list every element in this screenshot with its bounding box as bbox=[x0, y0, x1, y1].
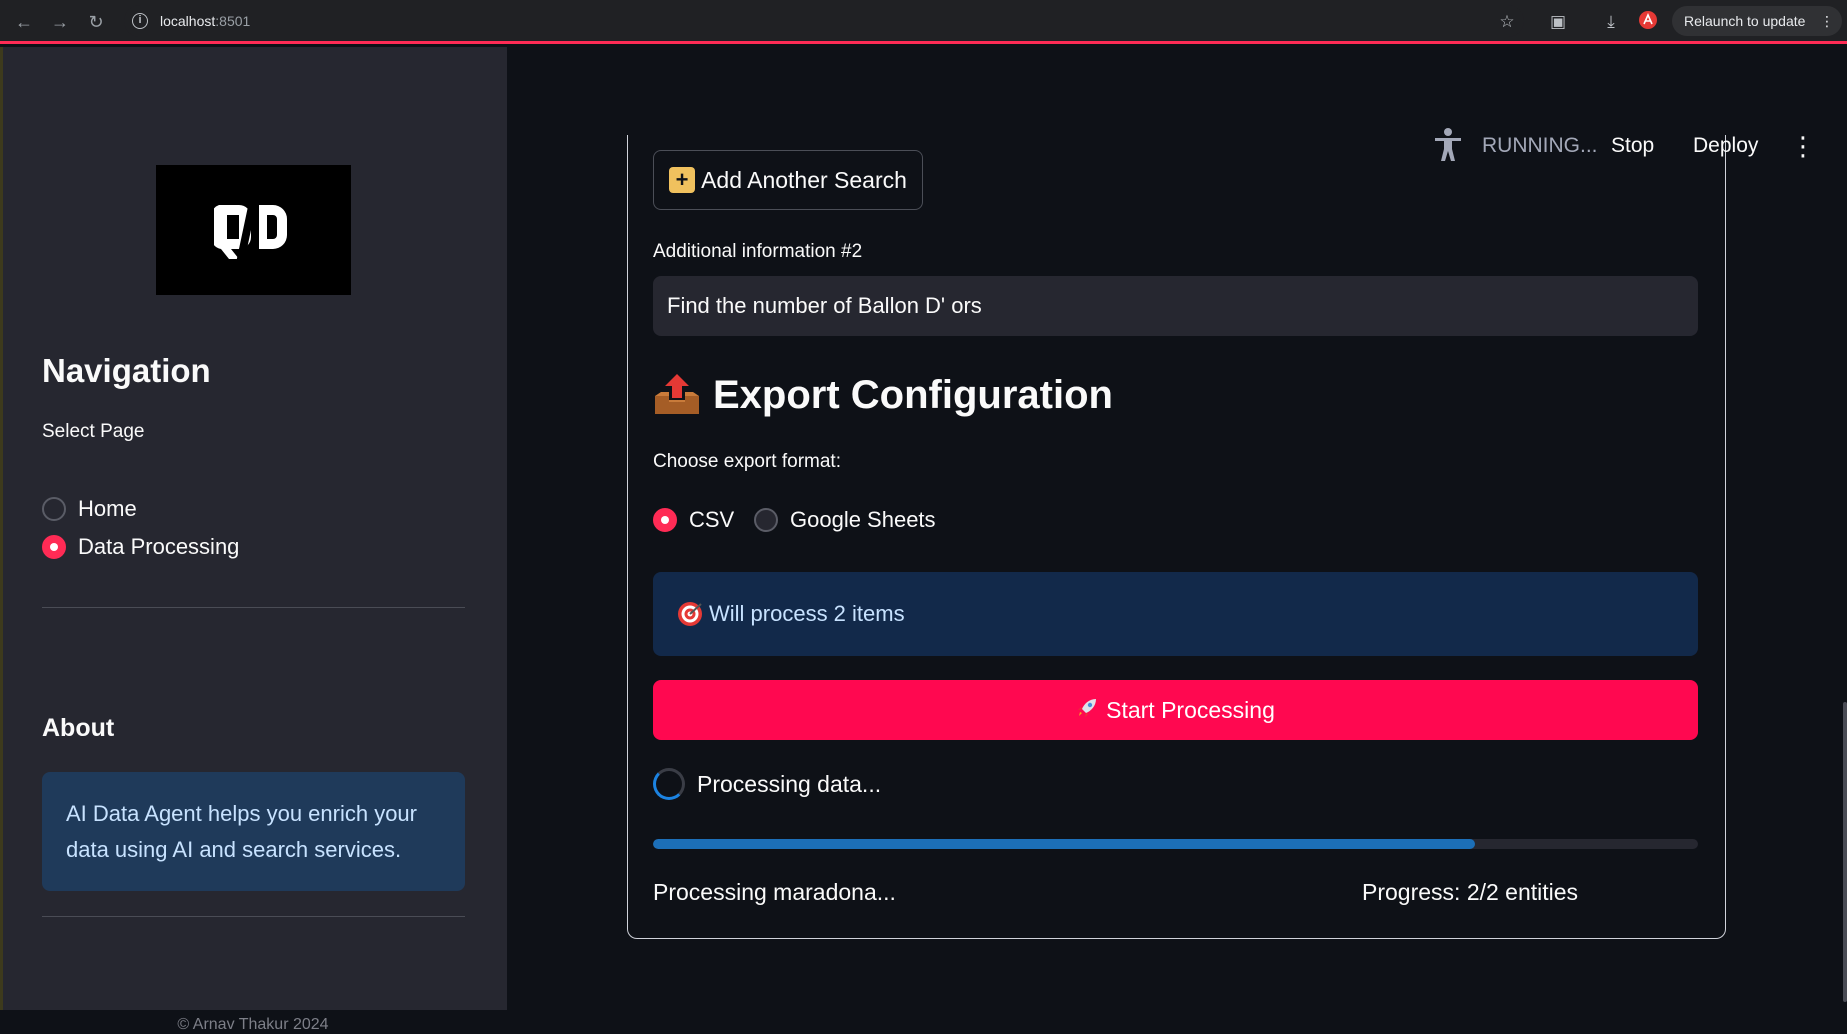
target-icon bbox=[677, 601, 703, 627]
page-radio-home[interactable]: Home bbox=[42, 494, 137, 524]
divider bbox=[42, 607, 465, 608]
add-search-label: Add Another Search bbox=[701, 166, 907, 193]
navigation-heading: Navigation bbox=[42, 352, 211, 389]
plus-icon: + bbox=[669, 167, 696, 193]
divider bbox=[42, 916, 465, 917]
radio-label: CSV bbox=[689, 507, 735, 532]
about-heading: About bbox=[42, 714, 115, 742]
info-message: Will process 2 items bbox=[709, 601, 905, 626]
bookmark-star-icon[interactable]: ☆ bbox=[1495, 10, 1519, 34]
relaunch-button[interactable]: Relaunch to update ⋮ bbox=[1672, 6, 1842, 36]
deploy-button[interactable]: Deploy bbox=[1693, 134, 1758, 158]
progress-fill bbox=[653, 839, 1476, 849]
outbox-tray-icon bbox=[653, 372, 701, 418]
radio-button[interactable] bbox=[42, 535, 66, 559]
accessibility-running-icon bbox=[1433, 127, 1463, 163]
rocket-icon bbox=[1076, 695, 1100, 725]
radio-button[interactable] bbox=[42, 497, 66, 521]
chrome-menu-icon[interactable]: ⋮ bbox=[1820, 6, 1834, 36]
scrollbar[interactable] bbox=[1843, 702, 1847, 1002]
copyright-text: © Arnav Thakur 2024 bbox=[177, 1016, 329, 1033]
export-title-text: Export Configuration bbox=[713, 372, 1113, 417]
spinner-text: Processing data... bbox=[697, 770, 882, 797]
page-radio-data-processing[interactable]: Data Processing bbox=[42, 532, 239, 562]
main-content: RUNNING... Stop Deploy ⋮ + Add Another S… bbox=[507, 47, 1847, 1010]
browser-toolbar: ← → ↻ i localhost:8501 ☆ ▣ ⤓ Relaunch to… bbox=[0, 0, 1847, 44]
export-configuration-heading: Export Configuration bbox=[653, 372, 1113, 418]
reload-icon[interactable]: ↻ bbox=[84, 10, 108, 34]
processing-status-text: Processing maradona... bbox=[653, 879, 896, 905]
radio-label: Data Processing bbox=[78, 534, 240, 559]
sidebar: Navigation Select Page Home Data Process… bbox=[0, 47, 507, 1033]
processing-spinner: Processing data... bbox=[653, 767, 881, 801]
additional-info-input[interactable] bbox=[653, 276, 1698, 336]
format-radio-google-sheets[interactable]: Google Sheets bbox=[754, 505, 936, 535]
back-icon[interactable]: ← bbox=[12, 10, 36, 34]
radio-label: Home bbox=[78, 496, 137, 521]
running-status: RUNNING... bbox=[1482, 134, 1598, 157]
radio-button[interactable] bbox=[653, 508, 677, 532]
site-info-icon[interactable]: i bbox=[132, 13, 148, 29]
about-info-box: AI Data Agent helps you enrich your data… bbox=[42, 772, 465, 891]
choose-format-label: Choose export format: bbox=[653, 451, 841, 472]
start-processing-button[interactable]: Start Processing bbox=[653, 680, 1698, 740]
url-text[interactable]: localhost:8501 bbox=[160, 13, 250, 29]
download-icon[interactable]: ⤓ bbox=[1599, 10, 1623, 34]
start-button-label: Start Processing bbox=[1106, 696, 1275, 723]
forward-icon[interactable]: → bbox=[48, 10, 72, 34]
main-menu-icon[interactable]: ⋮ bbox=[1790, 132, 1816, 160]
extensions-icon[interactable]: ▣ bbox=[1546, 10, 1570, 34]
app-logo bbox=[156, 165, 351, 295]
radio-label: Google Sheets bbox=[790, 507, 936, 532]
progress-bar bbox=[653, 839, 1698, 849]
stop-button[interactable]: Stop bbox=[1611, 134, 1654, 158]
progress-count-text: Progress: 2/2 entities bbox=[1362, 879, 1579, 905]
format-radio-csv[interactable]: CSV bbox=[653, 505, 734, 535]
additional-info-label: Additional information #2 bbox=[653, 241, 863, 262]
profile-avatar-icon[interactable] bbox=[1636, 10, 1660, 34]
spinner-icon bbox=[653, 768, 685, 800]
add-another-search-button[interactable]: + Add Another Search bbox=[653, 150, 923, 210]
address-bar[interactable]: i localhost:8501 bbox=[124, 5, 1524, 37]
radio-button[interactable] bbox=[754, 508, 778, 532]
info-alert: Will process 2 items bbox=[653, 572, 1698, 656]
select-page-label: Select Page bbox=[42, 421, 145, 442]
